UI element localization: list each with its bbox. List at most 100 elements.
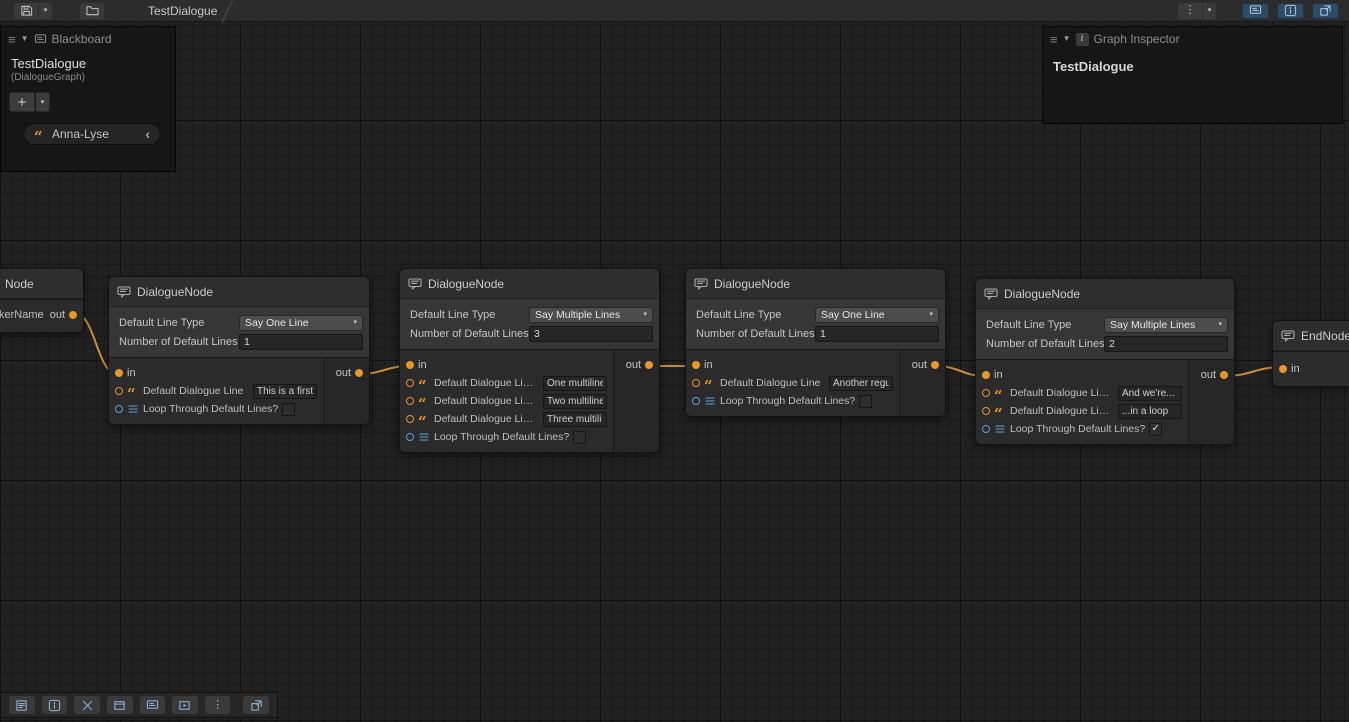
menu-icon[interactable]: ≡ (1050, 33, 1058, 46)
node-title: DialogueNode (714, 277, 790, 291)
save-dropdown-button[interactable]: ▾ (39, 3, 52, 19)
line-type-dropdown[interactable]: Say One Line ▾ (239, 315, 363, 331)
add-property-button[interactable]: + (9, 92, 35, 112)
dialogue-line-field[interactable] (1118, 386, 1182, 401)
inspector-header[interactable]: ≡ ▼ i Graph Inspector (1043, 27, 1342, 51)
tools-button[interactable] (74, 696, 100, 714)
dialogue-node-2[interactable]: DialogueNode Default Line Type Say Multi… (399, 268, 660, 453)
dialogue-node-4[interactable]: DialogueNode Default Line Type Say Multi… (975, 278, 1235, 445)
dialogue-line-label: Default Dialogue Line 3 (434, 413, 539, 425)
param-port[interactable] (115, 405, 123, 413)
end-node-icon (1281, 330, 1295, 342)
param-port[interactable] (406, 397, 414, 405)
output-port[interactable] (931, 361, 939, 369)
input-port[interactable] (692, 361, 700, 369)
loop-checkbox[interactable]: ✓ (1149, 423, 1162, 436)
add-property-caret-button[interactable]: ▾ (36, 92, 50, 112)
toggle-inspector-button[interactable] (1277, 3, 1304, 19)
output-port[interactable] (645, 361, 653, 369)
more-options-button[interactable]: ⋮ (205, 696, 231, 714)
play-preview-button[interactable] (172, 696, 198, 714)
param-port[interactable] (982, 389, 990, 397)
menu-icon[interactable]: ≡ (8, 33, 16, 46)
line-type-dropdown[interactable]: Say Multiple Lines ▾ (529, 307, 653, 323)
param-port[interactable] (982, 425, 990, 433)
num-lines-field[interactable] (815, 326, 939, 342)
loop-checkbox[interactable] (859, 395, 872, 408)
out-port-label: out (626, 359, 641, 371)
node-title-bar[interactable]: Node (0, 269, 83, 299)
output-port[interactable] (1220, 371, 1228, 379)
line-type-label: Default Line Type (986, 319, 1104, 331)
window-panel-button[interactable] (107, 696, 133, 714)
node-title-bar[interactable]: DialogueNode (976, 279, 1234, 309)
dialogue-line-field[interactable] (1118, 404, 1182, 419)
loop-checkbox[interactable] (573, 431, 586, 444)
dialogue-line-label: Default Dialogue Line 1 (1010, 387, 1114, 399)
line-type-value: Say Multiple Lines (535, 309, 620, 321)
num-lines-field[interactable] (239, 334, 363, 350)
param-port[interactable] (115, 387, 123, 395)
output-port[interactable] (355, 369, 363, 377)
param-port[interactable] (406, 433, 414, 441)
param-port[interactable] (406, 379, 414, 387)
node-title-bar[interactable]: DialogueNode (109, 277, 369, 307)
input-port[interactable] (1279, 365, 1287, 373)
dialogue-line-label: Default Dialogue Line (720, 377, 825, 389)
overflow-menu-caret-button[interactable]: ▾ (1203, 3, 1216, 19)
param-port[interactable] (406, 415, 414, 423)
graph-name: TestDialogue (11, 56, 165, 71)
foldout-icon[interactable]: ▼ (21, 35, 29, 43)
vertical-dots-icon: ⋮ (212, 700, 223, 711)
line-type-dropdown[interactable]: Say Multiple Lines ▾ (1104, 317, 1228, 333)
breadcrumb[interactable]: TestDialogue (138, 0, 232, 22)
dialogue-node-1[interactable]: DialogueNode Default Line Type Say One L… (108, 276, 370, 425)
blackboard-panel: ≡ ▼ Blackboard TestDialogue (DialogueGra… (0, 26, 176, 172)
open-folder-button[interactable] (80, 3, 104, 19)
start-node[interactable]: Node kerName out (0, 268, 84, 333)
overflow-menu-button[interactable]: ⋮ (1178, 3, 1202, 19)
dialogue-line-field[interactable] (253, 384, 317, 399)
open-external-window-button[interactable] (1312, 3, 1339, 19)
param-port[interactable] (692, 379, 700, 387)
param-port[interactable] (982, 407, 990, 415)
node-title-bar[interactable]: DialogueNode (400, 269, 659, 299)
info-panel-button[interactable] (42, 696, 68, 714)
blackboard-header[interactable]: ≡ ▼ Blackboard (1, 27, 175, 51)
document-panel-button[interactable] (9, 696, 35, 714)
quote-icon: “ (704, 379, 716, 391)
dialogue-node-3[interactable]: DialogueNode Default Line Type Say One L… (685, 268, 946, 417)
input-port[interactable] (406, 361, 414, 369)
collapse-chevron-icon[interactable]: ‹ (145, 127, 150, 141)
node-title-bar[interactable]: EndNode (1273, 321, 1349, 351)
output-port[interactable] (69, 311, 77, 319)
dialogue-line-field[interactable] (543, 394, 607, 409)
dialogue-node-icon (984, 288, 998, 300)
param-port[interactable] (692, 397, 700, 405)
foldout-icon[interactable]: ▼ (1063, 35, 1071, 43)
toggle-blackboard-button[interactable] (1242, 3, 1269, 19)
dialogue-line-field[interactable] (829, 376, 893, 391)
input-port[interactable] (115, 369, 123, 377)
chevron-down-icon: ▾ (41, 99, 45, 106)
out-port-label: out (50, 309, 65, 321)
loop-checkbox[interactable] (282, 403, 295, 416)
field-name: Anna-Lyse (52, 127, 109, 141)
blackboard-field[interactable]: “ Anna-Lyse ‹ (23, 123, 161, 145)
line-type-dropdown[interactable]: Say One Line ▾ (815, 307, 939, 323)
node-title-bar[interactable]: DialogueNode (686, 269, 945, 299)
dialogue-line-field[interactable] (543, 376, 607, 391)
in-port-label: in (704, 359, 713, 371)
graph-inspector-panel: ≡ ▼ i Graph Inspector TestDialogue (1042, 26, 1343, 124)
blackboard-panel-button[interactable] (140, 696, 166, 714)
pop-out-button[interactable] (243, 696, 269, 714)
quote-icon: “ (127, 387, 139, 399)
num-lines-field[interactable] (1104, 336, 1228, 352)
chevron-down-icon: ▾ (44, 7, 48, 14)
end-node[interactable]: EndNode in (1272, 320, 1349, 387)
num-lines-field[interactable] (529, 326, 653, 342)
dialogue-line-field[interactable] (543, 412, 607, 427)
save-button[interactable] (14, 3, 38, 19)
line-type-value: Say One Line (821, 309, 885, 321)
input-port[interactable] (982, 371, 990, 379)
